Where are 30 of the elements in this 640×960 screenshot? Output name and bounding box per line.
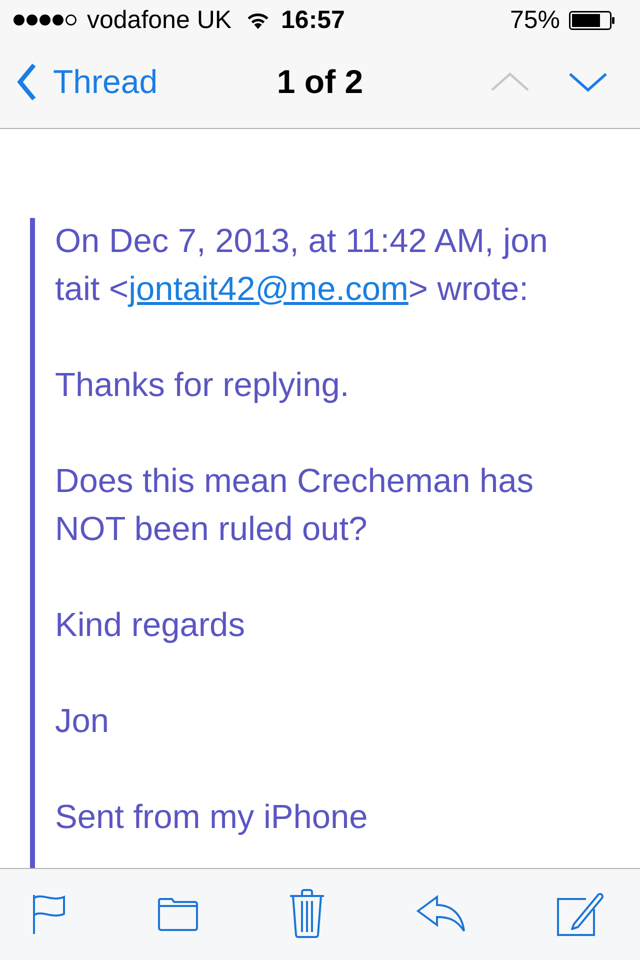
carrier-name: vodafone UK: [87, 6, 232, 34]
quote-header: On Dec 7, 2013, at 11:42 AM, jon tait <jontait42@me.com> wrote:: [55, 222, 549, 310]
flag-button[interactable]: [32, 892, 66, 934]
compose-icon: [556, 890, 604, 936]
message-paragraph: Thanks for replying.: [55, 366, 350, 406]
back-label: Thread: [53, 63, 158, 101]
folder-icon: [156, 896, 198, 932]
folder-button[interactable]: [156, 896, 198, 932]
trash-button[interactable]: [289, 888, 325, 938]
email-link[interactable]: jontait42@me.com: [128, 271, 408, 308]
message-paragraph: Jon: [55, 702, 110, 742]
clock-time: 16:57: [281, 6, 345, 34]
battery-percentage: 75%: [510, 6, 560, 34]
up-chevron-icon: [490, 72, 530, 92]
wifi-icon: [246, 12, 270, 28]
back-chevron-icon: [17, 63, 37, 101]
message-paragraph: Does this mean Crecheman has NOT been ruled out?: [55, 462, 535, 550]
compose-button[interactable]: [556, 890, 604, 936]
reply-button[interactable]: [416, 894, 466, 932]
back-button[interactable]: Thread: [17, 63, 158, 101]
message-paragraph: Kind regards: [55, 606, 246, 646]
down-chevron-icon: [568, 72, 608, 92]
flag-icon: [32, 892, 66, 934]
signal-strength-icon: [13, 14, 77, 26]
reply-arrow-icon: [416, 894, 466, 932]
message-position: 1 of 2: [276, 63, 364, 101]
next-message-button[interactable]: [568, 72, 608, 92]
battery-icon: [569, 10, 615, 30]
trash-icon: [289, 888, 325, 938]
message-paragraph: Sent from my iPhone: [55, 798, 369, 838]
